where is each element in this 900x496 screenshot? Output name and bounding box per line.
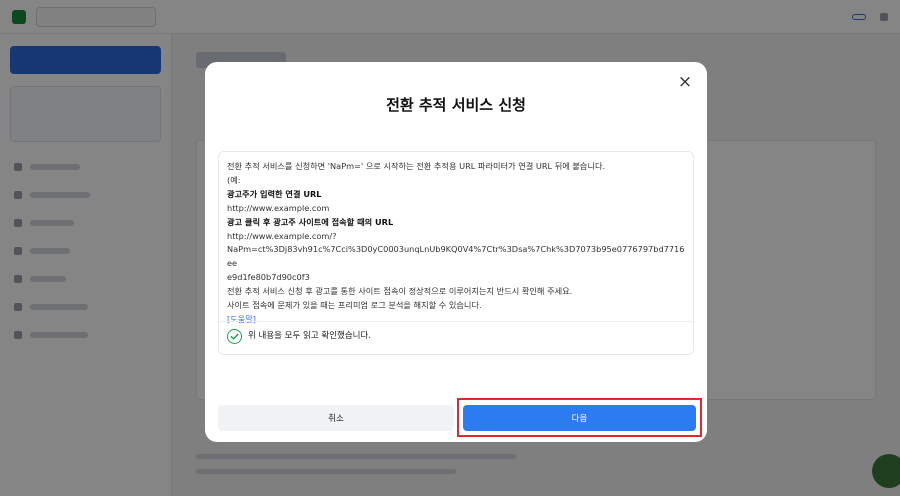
close-icon[interactable]: × xyxy=(675,72,695,92)
example-landing-url-line1: http://www.example.com/? xyxy=(227,230,337,241)
agree-checkbox-row[interactable]: 위 내용을 모두 읽고 확인했습니다. xyxy=(227,329,371,344)
cancel-button[interactable]: 취소 xyxy=(218,405,454,431)
dialog-title: 전환 추적 서비스 신청 xyxy=(386,96,526,114)
notice-cancel-text: 사이트 접속에 문제가 있을 때는 프리미엄 로그 분석을 해지할 수 있습니다… xyxy=(227,300,482,311)
info-divider xyxy=(219,321,693,322)
help-link[interactable]: [도움말] xyxy=(227,313,685,327)
info-box: 전환 추적 서비스를 신청하면 'NaPm=' 으로 시작하는 전환 추적용 U… xyxy=(218,151,694,355)
agree-label: 위 내용을 모두 읽고 확인했습니다. xyxy=(248,330,371,341)
next-button[interactable]: 다음 xyxy=(463,405,696,431)
check-circle-icon[interactable] xyxy=(227,329,242,344)
notice-verify-text: 전환 추적 서비스 신청 후 광고를 통한 사이트 접속이 정상적으로 이루어지… xyxy=(227,286,573,297)
conversion-tracking-dialog: × 전환 추적 서비스 신청 전환 추적 서비스를 신청하면 'NaPm=' 으… xyxy=(205,62,707,442)
example-heading-landing-url: 광고 클릭 후 광고주 사이트에 접속할 때의 URL xyxy=(227,216,394,227)
next-button-highlight: 다음 xyxy=(457,398,702,437)
example-entered-url: http://www.example.com xyxy=(227,202,330,213)
example-landing-url-line3: e9d1fe80b7d90c0f3 xyxy=(227,272,310,283)
intro-text: 전환 추적 서비스를 신청하면 'NaPm=' 으로 시작하는 전환 추적용 U… xyxy=(227,161,606,171)
example-heading-entered-url: 광고주가 입력한 연결 URL xyxy=(227,188,322,199)
example-landing-url-line2: NaPm=ct%3Dj83vh91c%7Cci%3D0yC0003unqLnUb… xyxy=(227,244,685,269)
example-open-text: (예: xyxy=(227,174,241,185)
